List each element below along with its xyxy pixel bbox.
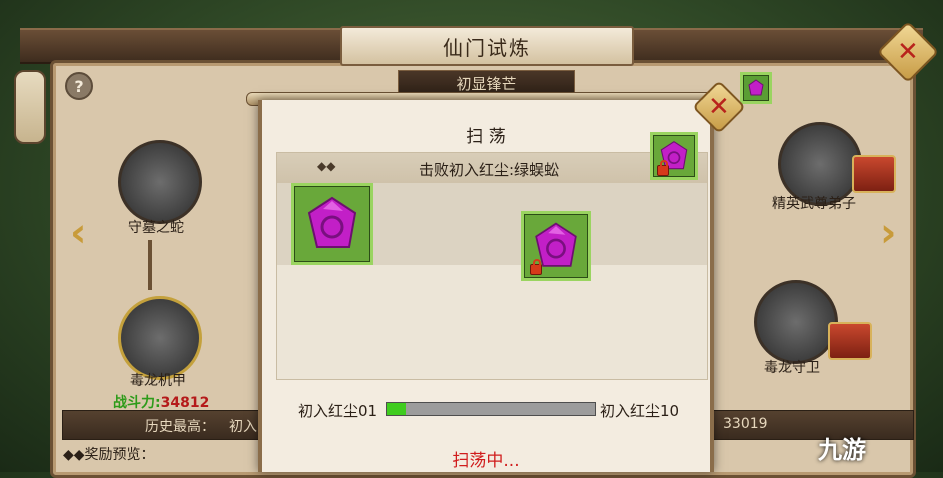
sweep-results-panel: ◆◆ 击败初入红尘:绿蜈蚣 — [276, 152, 708, 380]
reward-item-slot[interactable] — [291, 183, 373, 265]
dialog-title: 扫 荡 — [466, 127, 506, 147]
node-label: 守墓之蛇 — [128, 220, 184, 236]
sweep-status: 扫荡中... — [452, 451, 520, 471]
page-title: 仙门试炼 — [340, 26, 634, 66]
combat-power-value: 34812 — [160, 395, 210, 411]
sweep-progress-fill — [387, 403, 406, 415]
node-portrait-tomb-snake[interactable] — [118, 140, 202, 224]
prev-page-arrow-icon[interactable]: ‹ — [70, 210, 86, 256]
progress-end-label: 初入红尘10 — [600, 402, 680, 420]
reward-item-slot[interactable] — [650, 132, 698, 180]
watermark-text: 九游 — [818, 436, 866, 464]
history-label: 历史最高： — [145, 419, 215, 435]
progress-start-label: 初入红尘01 — [298, 402, 378, 420]
node-label: 毒龙守卫 — [764, 360, 820, 376]
purple-gem-icon — [307, 196, 357, 248]
node-label: 毒龙机甲 — [130, 373, 186, 389]
reward-item-slot[interactable] — [521, 211, 591, 281]
sweep-progress-bar — [386, 402, 596, 416]
help-icon[interactable]: ? — [65, 72, 93, 100]
next-page-arrow-icon[interactable]: › — [880, 210, 896, 256]
node-label: 精英武尊弟子 — [772, 196, 856, 212]
lock-icon — [657, 160, 669, 176]
header-text: 击败初入红尘:绿蜈蚣 — [419, 161, 560, 179]
node-portrait-poison-dragon-guard[interactable] — [754, 280, 838, 364]
path-connector — [148, 240, 152, 290]
close-icon: ✕ — [897, 36, 919, 67]
lock-icon — [530, 259, 542, 275]
watermark-logo: 九游 — [818, 430, 866, 465]
treasure-chest-icon[interactable] — [828, 322, 872, 360]
treasure-chest-icon[interactable] — [852, 155, 896, 193]
history-right-value: 33019 — [723, 416, 768, 432]
sweep-dialog: 扫 荡 ◆◆ 击败初入红尘:绿蜈蚣 初入红尘01 初入红尘10 扫荡中... — [258, 100, 714, 472]
result-header: ◆◆ 击败初入红尘:绿蜈蚣 — [277, 153, 707, 183]
node-portrait-poison-dragon-mech[interactable] — [118, 296, 202, 380]
combat-power-label: 战斗力: — [113, 395, 161, 411]
header-marker: ◆◆ — [317, 159, 336, 173]
close-icon: ✕ — [708, 91, 730, 122]
reward-preview-label: ◆◆奖励预览： — [63, 447, 155, 463]
lantern-decoration — [14, 70, 46, 144]
purple-gem-icon — [748, 79, 764, 96]
reward-gem-slot[interactable] — [740, 72, 772, 104]
combat-power: 战斗力:34812 — [113, 392, 209, 412]
history-value-prefix: 初入 — [229, 419, 257, 435]
